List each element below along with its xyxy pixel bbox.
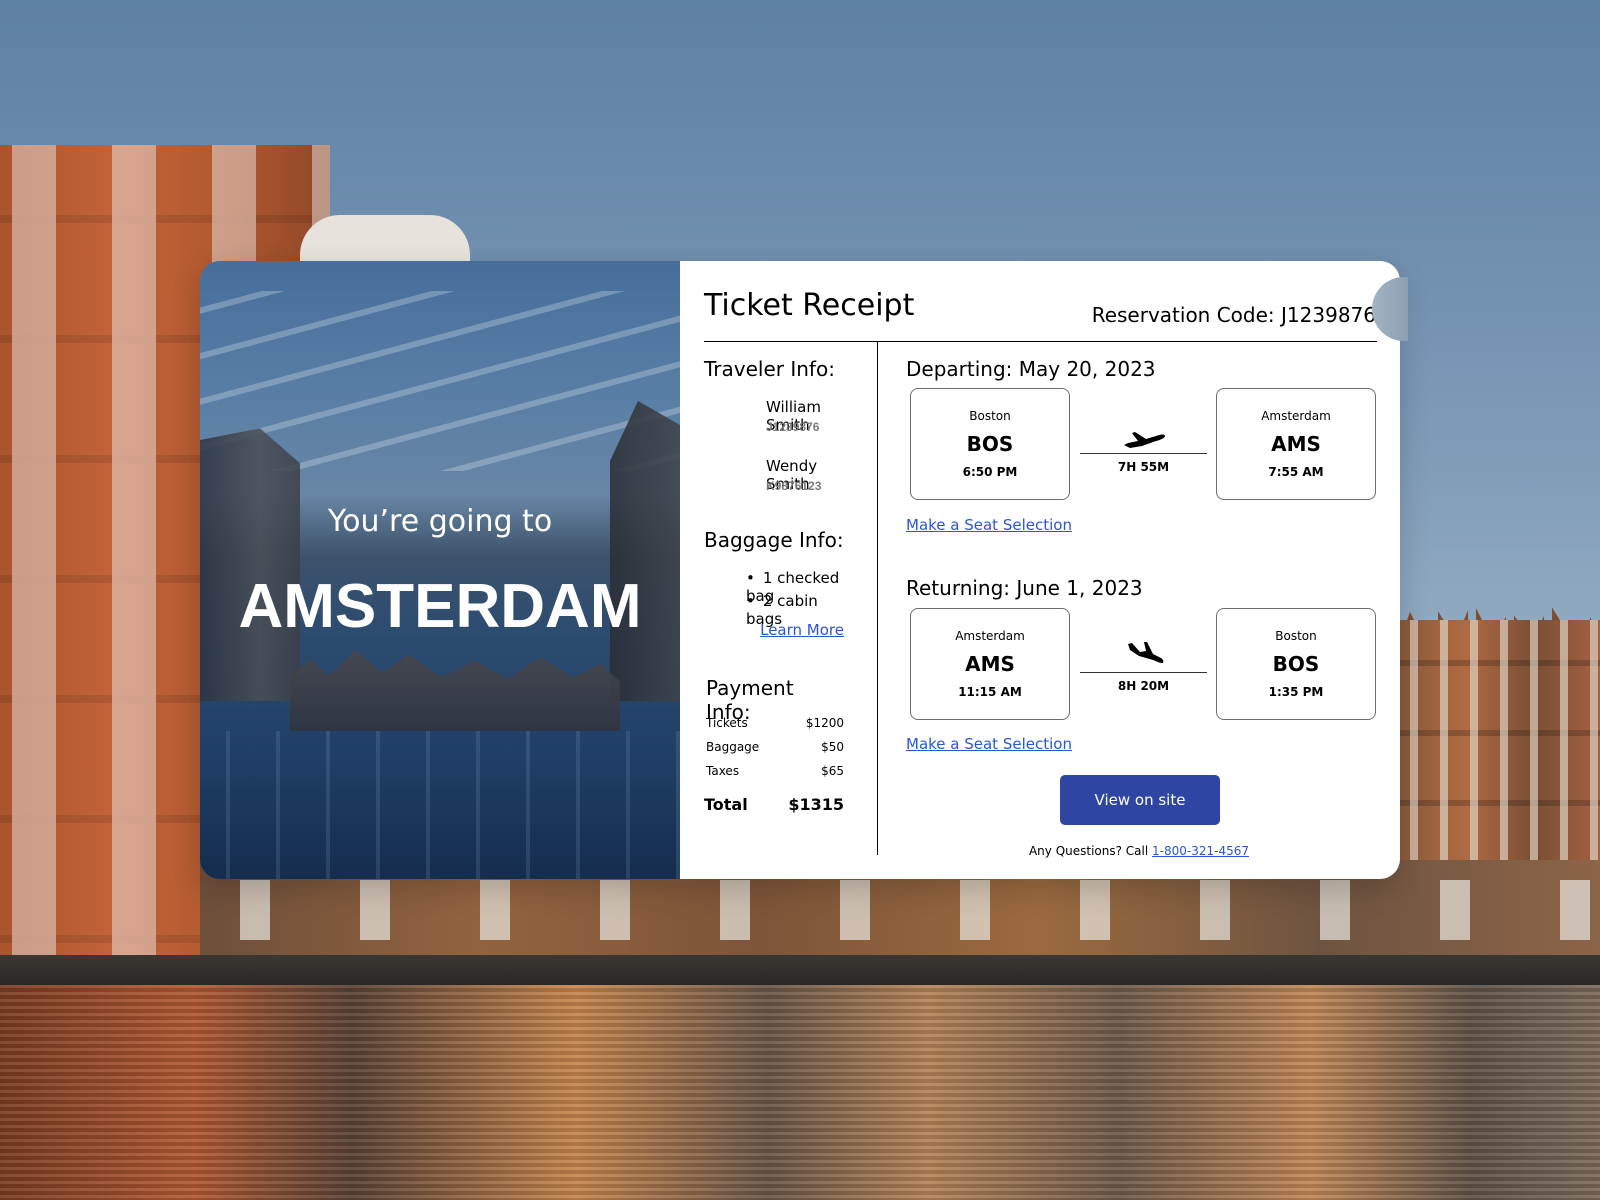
flight-line <box>1080 672 1207 673</box>
plane-landing-icon <box>1128 642 1164 663</box>
payment-amount: $65 <box>821 764 844 778</box>
flight-time: 6:50 PM <box>962 465 1018 479</box>
returning-flight-info: 8H 20M <box>1080 620 1207 700</box>
airport-code: BOS <box>1272 652 1320 676</box>
payment-label: Baggage <box>706 740 760 754</box>
footer-contact: Any Questions? Call 1-800-321-4567 <box>878 844 1400 858</box>
reservation-label: Reservation Code: <box>1091 303 1275 327</box>
hero-subtitle: You’re going to <box>327 504 553 539</box>
total-row: Total $1315 <box>704 795 844 814</box>
flight-time: 11:15 AM <box>958 685 1022 699</box>
flight-duration: 8H 20M <box>1117 679 1170 693</box>
airport-city: Boston <box>969 409 1011 423</box>
total-amount: $1315 <box>788 795 844 814</box>
ticket-card: You’re going to AMSTERDAM Ticket Receipt… <box>200 261 1400 879</box>
page-title: Ticket Receipt <box>704 288 915 323</box>
seat-selection-link[interactable]: Make a Seat Selection <box>906 735 1072 753</box>
payment-row: Tickets $1200 <box>706 716 844 730</box>
column-divider <box>877 342 878 855</box>
hero-right-buildings <box>610 401 680 701</box>
flight-duration: 7H 55M <box>1117 460 1170 474</box>
footer-question: Any Questions? Call <box>1028 844 1153 858</box>
flight-time: 7:55 AM <box>1268 465 1324 479</box>
canal-quay <box>0 955 1600 985</box>
airport-code: AMS <box>965 652 1015 676</box>
departing-flight-info: 7H 55M <box>1080 401 1207 481</box>
traveler-id: K9876123 <box>766 479 822 493</box>
payment-row: Taxes $65 <box>706 764 844 778</box>
airport-city: Amsterdam <box>1261 409 1331 423</box>
hero-skyline <box>290 650 620 731</box>
total-label: Total <box>704 795 748 814</box>
view-on-site-button[interactable]: View on site <box>1060 775 1220 825</box>
hero-destination: AMSTERDAM <box>238 572 642 641</box>
airport-city: Amsterdam <box>955 629 1025 643</box>
airport-city: Boston <box>1275 629 1317 643</box>
departing-heading: Departing: May 20, 2023 <box>906 357 1156 381</box>
baggage-info-heading: Baggage Info: <box>704 528 844 552</box>
airport-code: AMS <box>1271 432 1321 456</box>
seat-selection-link[interactable]: Make a Seat Selection <box>906 516 1072 534</box>
header-divider <box>704 341 1377 342</box>
plane-takeoff-icon <box>1124 432 1165 448</box>
reservation-code: Reservation Code: J1239876 <box>1092 303 1376 327</box>
hero-reflection <box>200 731 680 879</box>
payment-label: Taxes <box>706 764 740 778</box>
airport-code: BOS <box>966 432 1014 456</box>
departing-destination-card: Amsterdam AMS 7:55 AM <box>1216 388 1376 500</box>
payment-amount: $1200 <box>805 716 844 730</box>
canal-water <box>0 985 1600 1200</box>
reservation-code-value: J1239876 <box>1281 303 1376 327</box>
hero-image: You’re going to AMSTERDAM <box>200 261 680 879</box>
hero-left-buildings <box>200 428 300 701</box>
departing-origin-card: Boston BOS 6:50 PM <box>910 388 1070 500</box>
returning-destination-card: Boston BOS 1:35 PM <box>1216 608 1376 720</box>
returning-origin-card: Amsterdam AMS 11:15 AM <box>910 608 1070 720</box>
phone-link[interactable]: 1-800-321-4567 <box>1152 844 1249 858</box>
traveler-id: J1239876 <box>766 420 820 434</box>
receipt-panel: Ticket Receipt Reservation Code: J123987… <box>680 261 1400 879</box>
returning-heading: Returning: June 1, 2023 <box>906 576 1143 600</box>
learn-more-link[interactable]: Learn More <box>760 621 844 639</box>
flight-line <box>1080 453 1207 454</box>
payment-amount: $50 <box>821 740 844 754</box>
payment-row: Baggage $50 <box>706 740 844 754</box>
payment-label: Tickets <box>706 716 748 730</box>
flight-time: 1:35 PM <box>1268 685 1324 699</box>
traveler-info-heading: Traveler Info: <box>704 357 835 381</box>
